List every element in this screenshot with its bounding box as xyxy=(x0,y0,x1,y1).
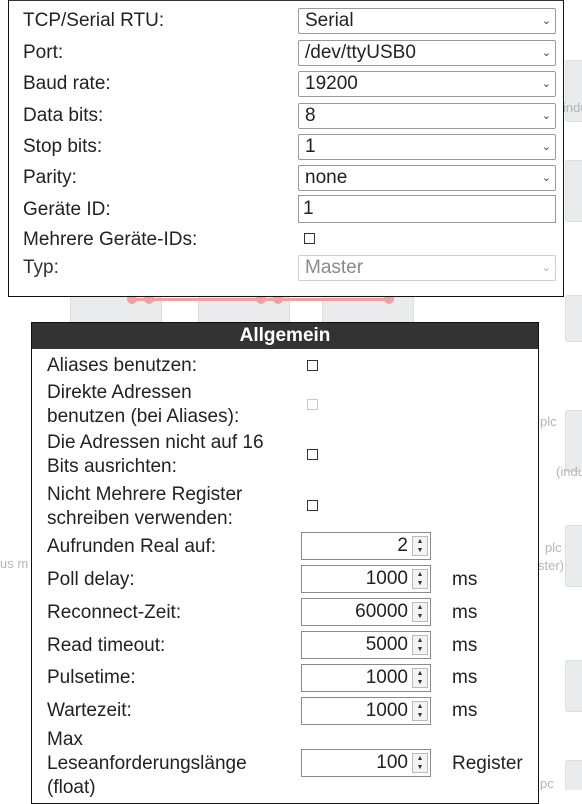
background-label: plc xyxy=(540,414,557,429)
chevron-down-icon: ⌄ xyxy=(541,141,551,153)
chevron-down-icon: ⌄ xyxy=(541,47,551,59)
tcp-serial-select[interactable]: Serial ⌄ xyxy=(298,8,556,34)
stop-bits-label: Stop bits: xyxy=(23,136,103,157)
tcp-serial-value: Serial xyxy=(305,10,354,31)
multi-write-checkbox[interactable] xyxy=(307,500,318,511)
panel-title-bar xyxy=(9,0,563,1)
multi-ids-label: Mehrere Geräte-IDs: xyxy=(23,229,198,250)
spinner-arrows-icon[interactable]: ▲ ▼ xyxy=(412,635,428,655)
direct-address-checkbox[interactable] xyxy=(307,399,318,410)
spinner-arrows-icon[interactable]: ▲ ▼ xyxy=(412,701,428,721)
reconnect-unit: ms xyxy=(452,602,478,623)
stop-bits-select[interactable]: 1 ⌄ xyxy=(298,134,556,160)
type-label: Typ: xyxy=(23,257,59,278)
read-timeout-unit: ms xyxy=(452,635,478,656)
port-value: /dev/ttyUSB0 xyxy=(305,42,416,63)
poll-delay-unit: ms xyxy=(452,569,478,590)
align-checkbox[interactable] xyxy=(307,449,318,460)
chevron-down-icon: ⌄ xyxy=(541,15,551,27)
port-label: Port: xyxy=(23,42,64,63)
device-image xyxy=(565,760,582,790)
spinner-arrows-icon[interactable]: ▲ ▼ xyxy=(412,602,428,622)
read-timeout-input[interactable]: 5000 ▲ ▼ xyxy=(301,631,431,659)
reconnect-input[interactable]: 60000 ▲ ▼ xyxy=(301,598,431,626)
max-read-length-label: Max xyxy=(47,729,83,750)
background-label: indu xyxy=(563,100,582,115)
multi-write-label: Nicht Mehrere Register xyxy=(47,484,243,505)
max-read-length-label-line3: (float) xyxy=(47,777,96,798)
data-bits-value: 8 xyxy=(305,105,316,126)
device-image xyxy=(565,295,582,342)
port-select[interactable]: /dev/ttyUSB0 ⌄ xyxy=(298,40,556,66)
wait-time-input[interactable]: 1000 ▲ ▼ xyxy=(301,697,431,725)
align-label: Die Adressen nicht auf 16 xyxy=(47,432,264,453)
max-read-length-unit: Register xyxy=(452,753,523,774)
multi-write-label-line2: schreiben verwenden: xyxy=(47,508,233,529)
round-real-label: Aufrunden Real auf: xyxy=(47,536,217,557)
round-real-input[interactable]: 2 ▲ ▼ xyxy=(301,532,431,560)
round-real-value: 2 xyxy=(397,535,408,556)
pulsetime-value: 1000 xyxy=(365,667,408,688)
pulsetime-input[interactable]: 1000 ▲ ▼ xyxy=(301,664,431,692)
type-select[interactable]: Master ⌄ xyxy=(298,255,556,281)
read-timeout-label: Read timeout: xyxy=(47,635,166,656)
chevron-down-icon: ⌄ xyxy=(541,78,551,90)
wait-time-value: 1000 xyxy=(365,700,408,721)
multi-ids-checkbox[interactable] xyxy=(304,233,315,244)
background-label: us m xyxy=(0,556,29,571)
aliases-label: Aliases benutzen: xyxy=(47,355,197,376)
spinner-arrows-icon[interactable]: ▲ ▼ xyxy=(412,536,428,556)
max-read-length-input[interactable]: 100 ▲ ▼ xyxy=(301,749,431,777)
device-image xyxy=(565,410,582,472)
device-image xyxy=(565,525,582,587)
background-label: ster) xyxy=(538,558,564,573)
background-label: plc xyxy=(545,540,562,555)
align-label-line2: Bits ausrichten: xyxy=(47,456,177,477)
poll-delay-input[interactable]: 1000 ▲ ▼ xyxy=(301,565,431,593)
reconnect-value: 60000 xyxy=(355,601,408,622)
read-timeout-value: 5000 xyxy=(365,634,408,655)
max-read-length-value: 100 xyxy=(376,752,408,773)
type-value: Master xyxy=(305,257,364,278)
chevron-down-icon: ⌄ xyxy=(541,172,551,184)
data-bits-select[interactable]: 8 ⌄ xyxy=(298,103,556,129)
direct-address-label: Direkte Adressen xyxy=(47,382,192,403)
chevron-down-icon: ⌄ xyxy=(541,110,551,122)
max-read-length-label-line2: Leseanforderungslänge xyxy=(47,753,247,774)
background-label: (indu xyxy=(556,464,582,479)
baud-rate-label: Baud rate: xyxy=(23,73,111,94)
device-image xyxy=(565,160,582,222)
parity-label: Parity: xyxy=(23,167,77,188)
device-image xyxy=(565,660,582,712)
device-id-label: Geräte ID: xyxy=(23,199,111,220)
panel-title: Allgemein xyxy=(32,323,538,349)
wait-time-unit: ms xyxy=(452,700,478,721)
data-bits-label: Data bits: xyxy=(23,105,104,126)
baud-rate-value: 19200 xyxy=(305,73,358,94)
connection-settings-panel: TCP/Serial RTU: Serial ⌄ Port: /dev/ttyU… xyxy=(8,0,564,297)
spinner-arrows-icon[interactable]: ▲ ▼ xyxy=(412,569,428,589)
aliases-checkbox[interactable] xyxy=(307,360,318,371)
parity-select[interactable]: none ⌄ xyxy=(298,165,556,191)
poll-delay-label: Poll delay: xyxy=(47,569,135,590)
stop-bits-value: 1 xyxy=(305,136,316,157)
spinner-arrows-icon[interactable]: ▲ ▼ xyxy=(412,753,428,773)
baud-rate-select[interactable]: 19200 ⌄ xyxy=(298,71,556,97)
parity-value: none xyxy=(305,167,348,188)
device-id-input[interactable]: 1 xyxy=(298,195,556,223)
pulsetime-label: Pulsetime: xyxy=(47,667,136,688)
chevron-down-icon: ⌄ xyxy=(541,262,551,274)
general-settings-panel: Allgemein Aliases benutzen: Direkte Adre… xyxy=(31,322,539,804)
direct-address-label-line2: benutzen (bei Aliases): xyxy=(47,406,240,427)
spinner-arrows-icon[interactable]: ▲ ▼ xyxy=(412,668,428,688)
background-label: pc xyxy=(540,776,554,790)
wait-time-label: Wartezeit: xyxy=(47,700,132,721)
pulsetime-unit: ms xyxy=(452,667,478,688)
poll-delay-value: 1000 xyxy=(365,568,408,589)
reconnect-label: Reconnect-Zeit: xyxy=(47,602,182,623)
tcp-serial-label: TCP/Serial RTU: xyxy=(23,10,165,31)
